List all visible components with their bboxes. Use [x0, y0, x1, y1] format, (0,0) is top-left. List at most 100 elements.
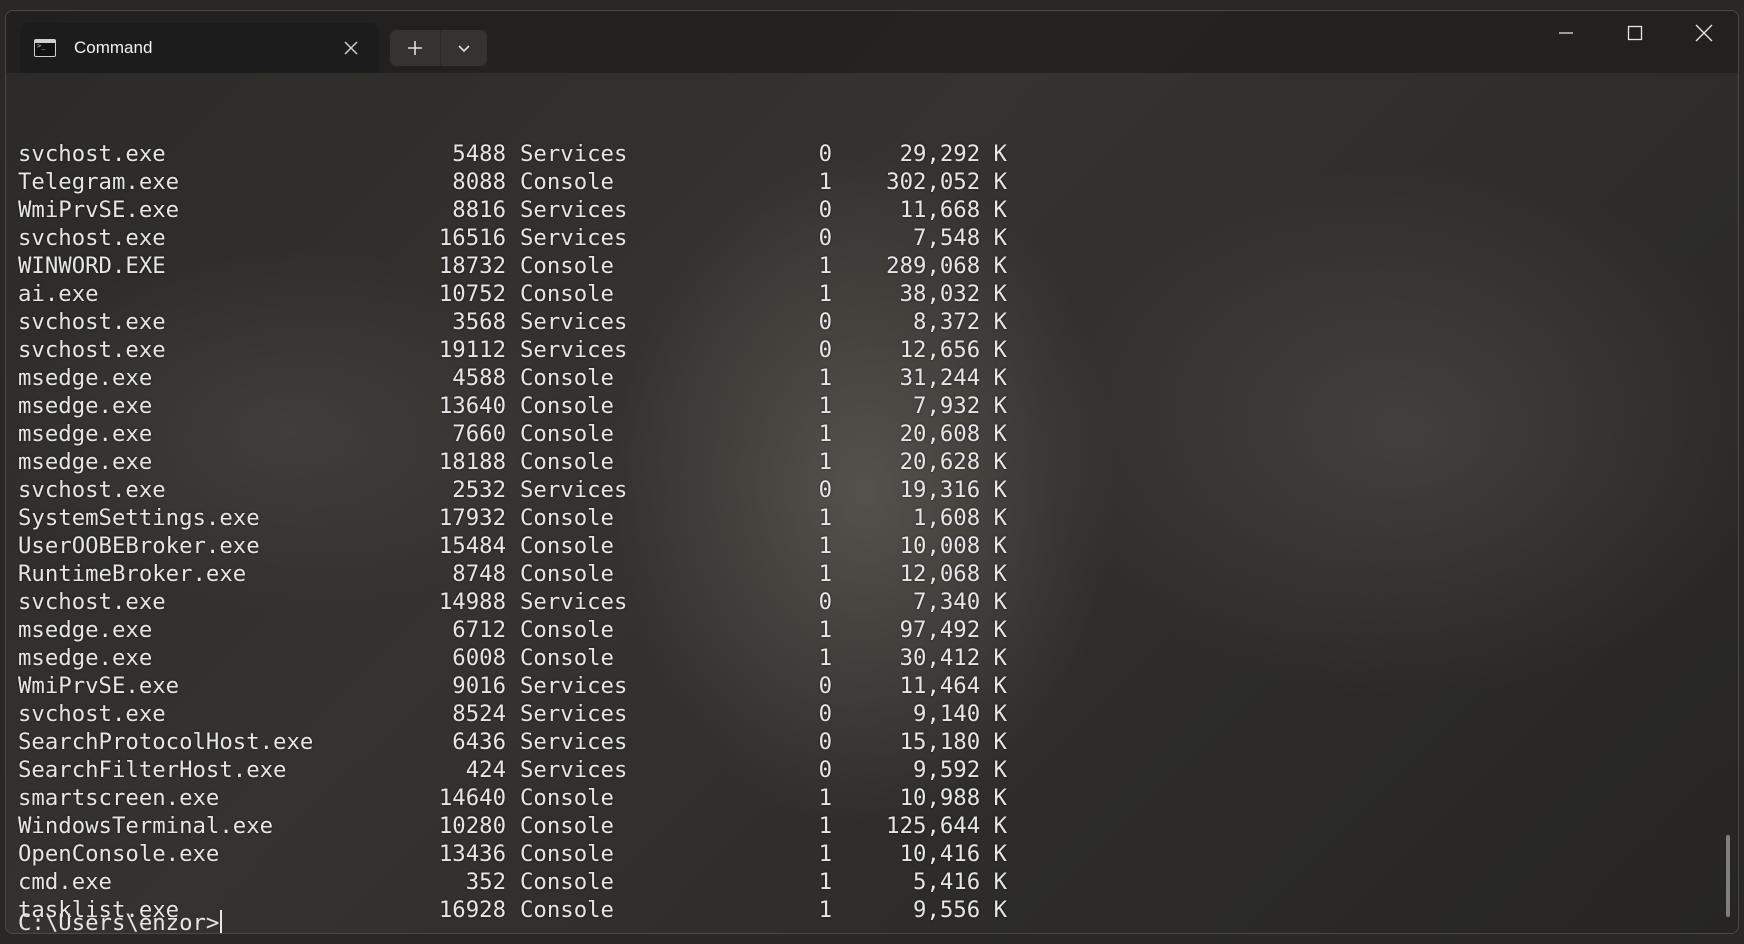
session-name: Console	[520, 169, 614, 195]
process-pid: 13640	[438, 393, 506, 419]
process-pid: 6436	[452, 729, 506, 755]
memory-usage: 11,464 K	[899, 673, 1007, 699]
session-number: 1	[818, 645, 832, 671]
process-pid: 19112	[438, 337, 506, 363]
session-number: 1	[818, 533, 832, 559]
process-row: SearchProtocolHost.exe 6436 Services 0 15,18…	[18, 728, 1698, 756]
process-pid: 18188	[438, 449, 506, 475]
process-pid: 2532	[452, 477, 506, 503]
memory-usage: 12,656 K	[899, 337, 1007, 363]
process-pid: 6712	[452, 617, 506, 643]
session-name: Console	[520, 393, 614, 419]
terminal-icon	[34, 39, 56, 57]
process-row: svchost.exe 3568 Services 0 8,372 K	[18, 308, 1698, 336]
process-row: ai.exe 10752 Console 1 38,032 K	[18, 280, 1698, 308]
session-name: Services	[520, 757, 628, 783]
new-tab-button[interactable]	[390, 30, 441, 66]
memory-usage: 9,140 K	[913, 701, 1007, 727]
memory-usage: 1,608 K	[913, 505, 1007, 531]
memory-usage: 8,372 K	[913, 309, 1007, 335]
session-name: Services	[520, 701, 628, 727]
close-tab-button[interactable]	[337, 34, 365, 62]
prompt-text: C:\Users\enzor>	[18, 910, 220, 934]
process-row: msedge.exe 18188 Console 1 20,628 K	[18, 448, 1698, 476]
minimize-icon	[1559, 32, 1573, 34]
session-number: 0	[818, 729, 832, 755]
process-name: msedge.exe	[18, 645, 153, 671]
session-name: Console	[520, 869, 614, 895]
session-name: Console	[520, 645, 614, 671]
session-name: Console	[520, 841, 614, 867]
session-number: 1	[818, 813, 832, 839]
memory-usage: 20,608 K	[899, 421, 1007, 447]
process-name: RuntimeBroker.exe	[18, 561, 247, 587]
process-row: Telegram.exe 8088 Console 1 302,052 K	[18, 168, 1698, 196]
session-number: 1	[818, 421, 832, 447]
session-name: Console	[520, 785, 614, 811]
session-number: 0	[818, 337, 832, 363]
minimize-button[interactable]	[1532, 11, 1600, 55]
command-prompt[interactable]: C:\Users\enzor>	[18, 908, 223, 934]
session-number: 1	[818, 617, 832, 643]
process-list: svchost.exe 5488 Services 0 29,292 K Telegram…	[18, 140, 1698, 924]
process-row: msedge.exe 4588 Console 1 31,244 K	[18, 364, 1698, 392]
process-pid: 8524	[452, 701, 506, 727]
memory-usage: 9,592 K	[913, 757, 1007, 783]
session-name: Console	[520, 449, 614, 475]
process-row: WindowsTerminal.exe 10280 Console 1 125,644 …	[18, 812, 1698, 840]
process-row: WINWORD.EXE 18732 Console 1 289,068 K	[18, 252, 1698, 280]
memory-usage: 125,644 K	[886, 813, 1007, 839]
process-name: svchost.exe	[18, 141, 166, 167]
process-row: msedge.exe 7660 Console 1 20,608 K	[18, 420, 1698, 448]
session-number: 1	[818, 561, 832, 587]
process-name: svchost.exe	[18, 309, 166, 335]
process-pid: 3568	[452, 309, 506, 335]
close-icon	[344, 41, 358, 55]
process-pid: 16516	[438, 225, 506, 251]
memory-usage: 7,548 K	[913, 225, 1007, 251]
chevron-down-icon	[458, 45, 470, 53]
process-name: svchost.exe	[18, 589, 166, 615]
process-name: WmiPrvSE.exe	[18, 197, 180, 223]
session-name: Services	[520, 225, 628, 251]
memory-usage: 31,244 K	[899, 365, 1007, 391]
process-name: svchost.exe	[18, 225, 166, 251]
session-number: 0	[818, 309, 832, 335]
session-name: Console	[520, 897, 614, 923]
maximize-button[interactable]	[1601, 11, 1669, 55]
process-name: ai.exe	[18, 281, 99, 307]
memory-usage: 289,068 K	[886, 253, 1007, 279]
memory-usage: 15,180 K	[899, 729, 1007, 755]
session-name: Console	[520, 505, 614, 531]
profile-dropdown-button[interactable]	[441, 30, 487, 66]
process-pid: 5488	[452, 141, 506, 167]
process-name: svchost.exe	[18, 477, 166, 503]
process-pid: 8816	[452, 197, 506, 223]
process-row: svchost.exe 14988 Services 0 7,340 K	[18, 588, 1698, 616]
session-name: Console	[520, 561, 614, 587]
terminal-window: Command	[5, 10, 1739, 934]
process-name: msedge.exe	[18, 449, 153, 475]
process-name: SearchProtocolHost.exe	[18, 729, 314, 755]
process-row: WmiPrvSE.exe 8816 Services 0 11,668 K	[18, 196, 1698, 224]
process-pid: 14640	[438, 785, 506, 811]
memory-usage: 10,988 K	[899, 785, 1007, 811]
close-window-button[interactable]	[1670, 11, 1738, 55]
session-number: 0	[818, 673, 832, 699]
process-pid: 7660	[452, 421, 506, 447]
process-pid: 15484	[438, 533, 506, 559]
process-pid: 352	[465, 869, 506, 895]
session-name: Console	[520, 813, 614, 839]
scrollbar-thumb[interactable]	[1726, 835, 1730, 917]
new-tab-group	[390, 30, 487, 66]
session-name: Console	[520, 365, 614, 391]
plus-icon	[408, 41, 422, 55]
process-row: svchost.exe 2532 Services 0 19,316 K	[18, 476, 1698, 504]
terminal-output[interactable]: svchost.exe 5488 Services 0 29,292 K Telegram…	[18, 84, 1698, 934]
memory-usage: 30,412 K	[899, 645, 1007, 671]
process-name: smartscreen.exe	[18, 785, 220, 811]
tab-command[interactable]: Command	[20, 23, 379, 73]
tab-title: Command	[74, 38, 153, 57]
process-pid: 424	[465, 757, 506, 783]
process-row: WmiPrvSE.exe 9016 Services 0 11,464 K	[18, 672, 1698, 700]
